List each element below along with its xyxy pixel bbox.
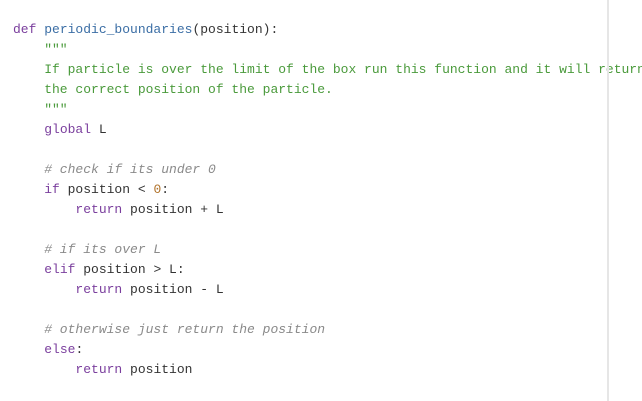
code-line: return position + L	[13, 200, 642, 220]
code-line: def periodic_boundaries(position):	[13, 20, 642, 40]
code-token: position > L:	[75, 262, 185, 277]
code-line: """	[13, 100, 642, 120]
code-block[interactable]: def periodic_boundaries(position): """ I…	[13, 20, 642, 380]
code-docstring: """	[13, 42, 68, 57]
code-token: position	[122, 362, 193, 377]
code-token: position - L	[122, 282, 224, 297]
code-line: global L	[13, 120, 642, 140]
code-line: elif position > L:	[13, 260, 642, 280]
code-function-name: periodic_boundaries	[44, 22, 193, 37]
code-line: the correct position of the particle.	[13, 80, 642, 100]
code-comment: # if its over L	[13, 242, 162, 257]
code-line: If particle is over the limit of the box…	[13, 60, 642, 80]
code-keyword: if	[44, 182, 60, 197]
scrollbar-track[interactable]	[607, 0, 609, 401]
code-docstring: the correct position of the particle.	[13, 82, 333, 97]
code-comment: # otherwise just return the position	[13, 322, 326, 337]
code-keyword: else	[44, 342, 76, 357]
code-line: else:	[13, 340, 642, 360]
code-line: """	[13, 40, 642, 60]
code-docstring: If particle is over the limit of the box…	[13, 62, 642, 77]
code-keyword: def	[13, 22, 45, 37]
code-token: :	[75, 342, 84, 357]
code-token: :	[161, 182, 170, 197]
code-comment: # check if its under 0	[13, 162, 216, 177]
code-line: # check if its under 0	[13, 160, 642, 180]
code-line: if position < 0:	[13, 180, 642, 200]
code-docstring: """	[13, 102, 68, 117]
code-keyword: global	[44, 122, 92, 137]
code-keyword: return	[75, 202, 123, 217]
code-line: return position - L	[13, 280, 642, 300]
code-token: (position):	[192, 22, 279, 37]
code-token: position <	[59, 182, 154, 197]
code-editor[interactable]: def periodic_boundaries(position): """ I…	[0, 0, 642, 401]
code-token: position + L	[122, 202, 224, 217]
code-line: # if its over L	[13, 240, 642, 260]
code-keyword: elif	[44, 262, 76, 277]
code-keyword: return	[75, 362, 123, 377]
code-token: L	[91, 122, 107, 137]
code-line: return position	[13, 360, 642, 380]
code-keyword: return	[75, 282, 123, 297]
code-line: # otherwise just return the position	[13, 320, 642, 340]
